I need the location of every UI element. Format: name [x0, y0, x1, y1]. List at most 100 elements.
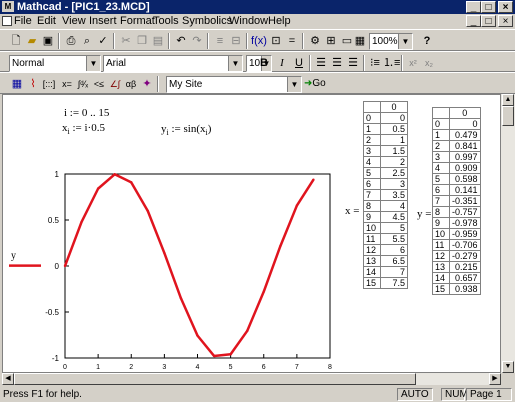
align-down-icon[interactable]: ⊟ [228, 33, 244, 49]
print-icon[interactable]: ⎙ [63, 33, 79, 49]
greek-icon[interactable]: αβ [123, 76, 139, 92]
undo-icon[interactable]: ↶ [173, 33, 189, 49]
numbering-icon[interactable]: ⒈≡ [383, 55, 400, 71]
x-matrix-cell[interactable]: 0.5 [380, 123, 408, 135]
italic-button[interactable]: I [274, 55, 290, 71]
chevron-down-icon[interactable]: ▼ [228, 56, 242, 71]
calculus-icon[interactable]: ∫ᵈ⁄ₓ [75, 76, 91, 92]
x-matrix-cell[interactable]: 5.5 [380, 233, 408, 245]
y-matrix-cell[interactable]: 0.479 [449, 129, 481, 141]
menu-format[interactable]: Format [120, 15, 155, 28]
menu-window[interactable]: Window [229, 15, 268, 28]
y-matrix-cell[interactable]: 0.909 [449, 162, 481, 174]
x-matrix-cell[interactable]: 1.5 [380, 145, 408, 157]
scroll-up-icon[interactable]: ▲ [502, 94, 514, 106]
minimize-button[interactable]: _ [466, 1, 481, 13]
x-matrix-cell[interactable]: 6 [380, 244, 408, 256]
spell-check-icon[interactable]: ✓ [95, 33, 111, 49]
menu-symbolics[interactable]: Symbolics [182, 15, 232, 28]
x-matrix-cell[interactable]: 3 [380, 178, 408, 190]
resource-select[interactable]: My Site ▼ [166, 76, 302, 93]
subscript-icon[interactable]: x₂ [421, 55, 437, 71]
align-center-icon[interactable]: ☰ [329, 55, 345, 71]
x-matrix-cell[interactable]: 2.5 [380, 167, 408, 179]
y-matrix-cell[interactable]: 0.215 [449, 261, 481, 273]
bullets-icon[interactable]: ⁝≡ [367, 55, 383, 71]
menu-insert[interactable]: Insert [89, 15, 117, 28]
y-matrix-cell[interactable]: 0 [449, 118, 481, 130]
insert-picture-icon[interactable]: ▦ [352, 33, 368, 49]
y-matrix-cell[interactable]: 0.657 [449, 272, 481, 284]
y-definition[interactable]: yi := sin(xi) [161, 123, 211, 137]
range-definition[interactable]: i := 0 .. 15 [64, 107, 109, 119]
chevron-down-icon[interactable]: ▼ [86, 56, 100, 71]
cut-icon[interactable]: ✂ [118, 33, 134, 49]
graph-icon[interactable]: ⌇ [25, 76, 41, 92]
doc-minimize-button[interactable]: _ [466, 15, 481, 27]
sine-plot[interactable]: 10.50-0.5-10 1 2 3 4 5 6 7 8y [3, 170, 333, 371]
go-button[interactable]: ➜Go [304, 76, 334, 92]
redo-icon[interactable]: ↷ [189, 33, 205, 49]
insert-unit-icon[interactable]: ⊡ [268, 33, 284, 49]
copy-icon[interactable]: ❐ [134, 33, 150, 49]
y-matrix[interactable]: 0 0 0 1 0.479 2 0.841 3 0.997 4 0.909 5 0.598 6 0.141 7… [432, 107, 481, 295]
x-definition[interactable]: xi := i·0.5 [62, 122, 105, 136]
evaluation-icon[interactable]: x= [59, 76, 75, 92]
zoom-select[interactable]: 100% ▼ [369, 33, 413, 50]
y-matrix-cell[interactable]: 0.997 [449, 151, 481, 163]
open-folder-icon[interactable]: ▰ [24, 33, 40, 49]
calculate-icon[interactable]: = [284, 33, 300, 49]
x-matrix-cell[interactable]: 0 [380, 112, 408, 124]
doc-restore-button[interactable]: □ [481, 15, 496, 27]
document-icon[interactable] [2, 16, 12, 26]
font-select[interactable]: Arial ▼ [103, 55, 243, 72]
chevron-down-icon[interactable]: ▼ [398, 34, 412, 49]
new-document-icon[interactable]: 🗋 [8, 33, 24, 49]
mathcad-icon[interactable]: M [2, 1, 14, 12]
y-matrix-cell[interactable]: 0.598 [449, 173, 481, 185]
x-matrix-cell[interactable]: 1 [380, 134, 408, 146]
scroll-thumb[interactable] [502, 106, 514, 126]
x-matrix-cell[interactable]: 4.5 [380, 211, 408, 223]
x-matrix-cell[interactable]: 7.5 [380, 277, 408, 289]
menu-view[interactable]: View [62, 15, 86, 28]
insert-component-icon[interactable]: ⚙ [307, 33, 323, 49]
close-button[interactable]: × [498, 1, 513, 13]
align-left-icon[interactable]: ☰ [313, 55, 329, 71]
paste-icon[interactable]: ▤ [150, 33, 166, 49]
y-matrix-cell[interactable]: 0.841 [449, 140, 481, 152]
worksheet[interactable]: i := 0 .. 15 xi := i·0.5 yi := sin(xi) 1… [2, 94, 501, 373]
scroll-right-icon[interactable]: ▶ [489, 373, 501, 385]
y-matrix-cell[interactable]: 0.938 [449, 283, 481, 295]
scroll-left-icon[interactable]: ◀ [2, 373, 14, 385]
vertical-scrollbar[interactable]: ▲ ▼ [501, 94, 515, 373]
y-matrix-cell[interactable]: -0.757 [449, 206, 481, 218]
x-matrix-cell[interactable]: 2 [380, 156, 408, 168]
bold-button[interactable]: B [256, 55, 272, 71]
x-matrix-cell[interactable]: 5 [380, 222, 408, 234]
menu-help[interactable]: Help [268, 15, 291, 28]
chevron-down-icon[interactable]: ▼ [287, 77, 301, 92]
y-matrix-cell[interactable]: -0.978 [449, 217, 481, 229]
help-icon[interactable]: ? [419, 33, 435, 49]
hscroll-thumb[interactable] [14, 373, 416, 385]
y-matrix-cell[interactable]: -0.351 [449, 195, 481, 207]
align-across-icon[interactable]: ≡ [212, 33, 228, 49]
menu-file[interactable]: File [14, 15, 32, 28]
x-matrix-cell[interactable]: 4 [380, 200, 408, 212]
programming-icon[interactable]: ∠∫ [107, 76, 123, 92]
boolean-icon[interactable]: <≤ [91, 76, 107, 92]
scroll-down-icon[interactable]: ▼ [502, 361, 514, 373]
symbolic-icon[interactable]: ✦ [139, 76, 155, 92]
y-matrix-cell[interactable]: 0.141 [449, 184, 481, 196]
horizontal-scrollbar[interactable]: ◀ ▶ [2, 373, 501, 385]
x-matrix-cell[interactable]: 6.5 [380, 255, 408, 267]
x-matrix[interactable]: 0 0 0 1 0.5 2 1 3 1.5 4 2 5 2.5 6 3 7 3.5 8 4 9 4.5 10 5 11 5.5 1… [363, 101, 408, 289]
save-icon[interactable]: ▣ [40, 33, 56, 49]
superscript-icon[interactable]: x² [405, 55, 421, 71]
insert-function-icon[interactable]: f(x) [251, 33, 267, 49]
maximize-button[interactable]: □ [481, 1, 496, 13]
resources-icon[interactable]: ⊞ [323, 33, 339, 49]
style-select[interactable]: Normal ▼ [9, 55, 101, 72]
y-matrix-cell[interactable]: -0.959 [449, 228, 481, 240]
